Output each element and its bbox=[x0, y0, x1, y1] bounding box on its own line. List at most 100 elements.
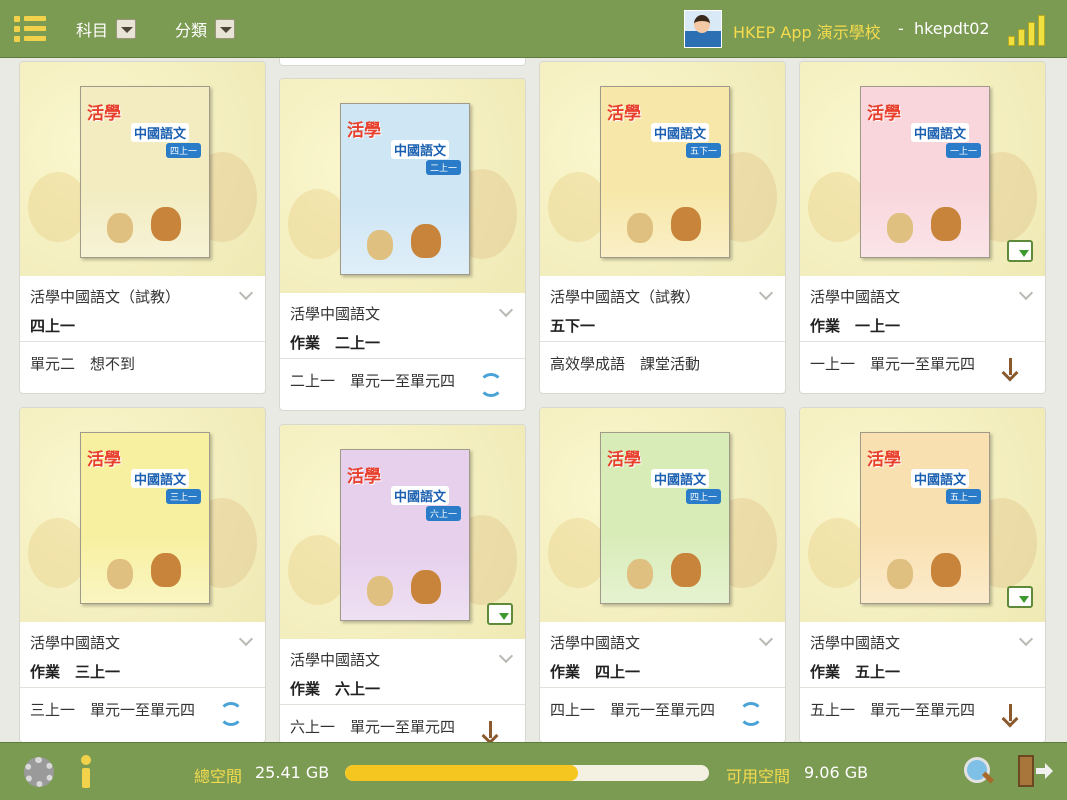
signal-strength-icon bbox=[1004, 10, 1054, 46]
cover-tag: 一上一 bbox=[945, 143, 981, 158]
book-cover[interactable]: 活學 中國語文 一上一 bbox=[860, 86, 990, 258]
book-title: 活學中國語文 bbox=[810, 634, 901, 652]
book-info: 活學中國語文 作業 六上一 bbox=[280, 639, 525, 705]
book-subtitle: 作業 六上一 bbox=[290, 680, 381, 698]
cover-tag: 三上一 bbox=[165, 489, 201, 504]
character-illustration bbox=[887, 213, 913, 243]
school-name: HKEP App 演示學校 bbox=[733, 23, 881, 42]
book-cover[interactable]: 活學 中國語文 二上一 bbox=[340, 103, 470, 275]
gear-icon[interactable] bbox=[24, 757, 54, 787]
exit-icon[interactable] bbox=[1016, 755, 1053, 787]
cover-subtitle: 中國語文 bbox=[391, 486, 450, 505]
character-illustration bbox=[107, 213, 133, 243]
info-icon[interactable] bbox=[78, 755, 94, 789]
book-title: 活學中國語文 bbox=[550, 634, 641, 652]
book-cover[interactable]: 活學 中國語文 五上一 bbox=[860, 432, 990, 604]
book-card[interactable]: 活學 中國語文 四上一 活學中國語文（試教） 四上一 單元二 想不到 bbox=[19, 61, 266, 394]
character-illustration bbox=[367, 230, 393, 260]
download-arrow-icon[interactable] bbox=[999, 702, 1023, 726]
book-card[interactable]: 活學 中國語文 五下一 活學中國語文（試教） 五下一 高效學成語 課堂活動 bbox=[539, 61, 786, 394]
book-note-text: 四上一 單元一至單元四 bbox=[550, 701, 716, 719]
download-arrow-icon[interactable] bbox=[479, 719, 503, 742]
book-title: 活學中國語文 bbox=[810, 288, 901, 306]
book-subtitle: 作業 二上一 bbox=[290, 334, 381, 352]
download-arrow-icon[interactable] bbox=[999, 356, 1023, 380]
card-stub bbox=[279, 58, 526, 66]
book-note: 高效學成語 課堂活動 bbox=[540, 342, 785, 393]
book-info: 活學中國語文（試教） 五下一 bbox=[540, 276, 785, 342]
book-subtitle: 作業 五上一 bbox=[810, 663, 901, 681]
book-info: 活學中國語文 作業 一上一 bbox=[800, 276, 1045, 342]
bear-illustration bbox=[931, 553, 961, 587]
cover-subtitle: 中國語文 bbox=[911, 123, 970, 142]
category-filter[interactable]: 分類 bbox=[175, 17, 236, 41]
book-artwork[interactable]: 活學 中國語文 五下一 bbox=[540, 62, 785, 276]
book-artwork[interactable]: 活學 中國語文 五上一 bbox=[800, 408, 1045, 622]
book-note-text: 二上一 單元一至單元四 bbox=[290, 372, 456, 390]
download-badge-icon[interactable] bbox=[1007, 586, 1033, 608]
book-note: 六上一 單元一至單元四 bbox=[280, 705, 525, 742]
cover-title: 活學 bbox=[607, 450, 641, 470]
book-subtitle: 作業 四上一 bbox=[550, 663, 641, 681]
cover-tag: 五下一 bbox=[685, 143, 721, 158]
cover-title: 活學 bbox=[607, 104, 641, 124]
menu-icon[interactable] bbox=[14, 14, 46, 44]
download-badge-icon[interactable] bbox=[1007, 240, 1033, 262]
cover-subtitle: 中國語文 bbox=[131, 123, 190, 142]
storage-progress-bar bbox=[345, 765, 709, 781]
book-artwork[interactable]: 活學 中國語文 一上一 bbox=[800, 62, 1045, 276]
search-icon[interactable] bbox=[962, 755, 994, 787]
username-text: hkepdt02 bbox=[913, 19, 990, 38]
book-cover[interactable]: 活學 中國語文 六上一 bbox=[340, 449, 470, 621]
book-note: 三上一 單元一至單元四 bbox=[20, 688, 265, 740]
book-note-text: 三上一 單元一至單元四 bbox=[30, 701, 196, 719]
subject-filter[interactable]: 科目 bbox=[76, 17, 137, 41]
book-card[interactable]: 活學 中國語文 一上一 活學中國語文 作業 一上一 一上一 單元一至單元四 bbox=[799, 61, 1046, 394]
character-illustration bbox=[107, 559, 133, 589]
book-card[interactable]: 活學 中國語文 五上一 活學中國語文 作業 五上一 五上一 單元一至單元四 bbox=[799, 407, 1046, 742]
book-artwork[interactable]: 活學 中國語文 四上一 bbox=[20, 62, 265, 276]
sync-icon[interactable] bbox=[739, 702, 763, 726]
book-title: 活學中國語文 bbox=[30, 634, 121, 652]
chevron-down-icon[interactable] bbox=[116, 19, 137, 39]
sync-icon[interactable] bbox=[479, 373, 503, 397]
cover-tag: 二上一 bbox=[425, 160, 461, 175]
book-subtitle: 作業 一上一 bbox=[810, 317, 901, 335]
book-info: 活學中國語文 作業 二上一 bbox=[280, 293, 525, 359]
cover-tag: 四上一 bbox=[685, 489, 721, 504]
username: - hkepdt02 bbox=[898, 19, 990, 38]
book-artwork[interactable]: 活學 中國語文 四上一 bbox=[540, 408, 785, 622]
book-artwork[interactable]: 活學 中國語文 二上一 bbox=[280, 79, 525, 293]
book-card[interactable]: 活學 中國語文 三上一 活學中國語文 作業 三上一 三上一 單元一至單元四 bbox=[19, 407, 266, 742]
bear-illustration bbox=[151, 207, 181, 241]
header-separator: - bbox=[898, 19, 904, 38]
book-artwork[interactable]: 活學 中國語文 三上一 bbox=[20, 408, 265, 622]
book-cover[interactable]: 活學 中國語文 四上一 bbox=[600, 432, 730, 604]
bear-illustration bbox=[671, 553, 701, 587]
chevron-down-icon[interactable] bbox=[215, 19, 236, 39]
category-filter-label: 分類 bbox=[175, 21, 208, 40]
character-illustration bbox=[367, 576, 393, 606]
book-note: 二上一 單元一至單元四 bbox=[280, 359, 525, 410]
book-title: 活學中國語文（試教） bbox=[550, 288, 701, 306]
book-note-text: 六上一 單元一至單元四 bbox=[290, 718, 456, 736]
cover-subtitle: 中國語文 bbox=[911, 469, 970, 488]
book-cover[interactable]: 活學 中國語文 五下一 bbox=[600, 86, 730, 258]
book-cover[interactable]: 活學 中國語文 三上一 bbox=[80, 432, 210, 604]
sync-icon[interactable] bbox=[219, 702, 243, 726]
book-artwork[interactable]: 活學 中國語文 六上一 bbox=[280, 425, 525, 639]
storage-progress-fill bbox=[345, 765, 578, 781]
book-cover[interactable]: 活學 中國語文 四上一 bbox=[80, 86, 210, 258]
book-title: 活學中國語文 bbox=[290, 651, 381, 669]
book-card[interactable]: 活學 中國語文 六上一 活學中國語文 作業 六上一 六上一 單元一至單元四 bbox=[279, 424, 526, 742]
avatar[interactable] bbox=[684, 10, 722, 48]
book-note-text: 一上一 單元一至單元四 bbox=[810, 355, 976, 373]
book-note: 五上一 單元一至單元四 bbox=[800, 688, 1045, 740]
bear-illustration bbox=[411, 570, 441, 604]
cover-subtitle: 中國語文 bbox=[651, 123, 710, 142]
book-card[interactable]: 活學 中國語文 四上一 活學中國語文 作業 四上一 四上一 單元一至單元四 bbox=[539, 407, 786, 742]
book-card[interactable]: 活學 中國語文 二上一 活學中國語文 作業 二上一 二上一 單元一至單元四 bbox=[279, 78, 526, 411]
free-space-value: 9.06 GB bbox=[804, 763, 869, 782]
book-note: 一上一 單元一至單元四 bbox=[800, 342, 1045, 393]
download-badge-icon[interactable] bbox=[487, 603, 513, 625]
